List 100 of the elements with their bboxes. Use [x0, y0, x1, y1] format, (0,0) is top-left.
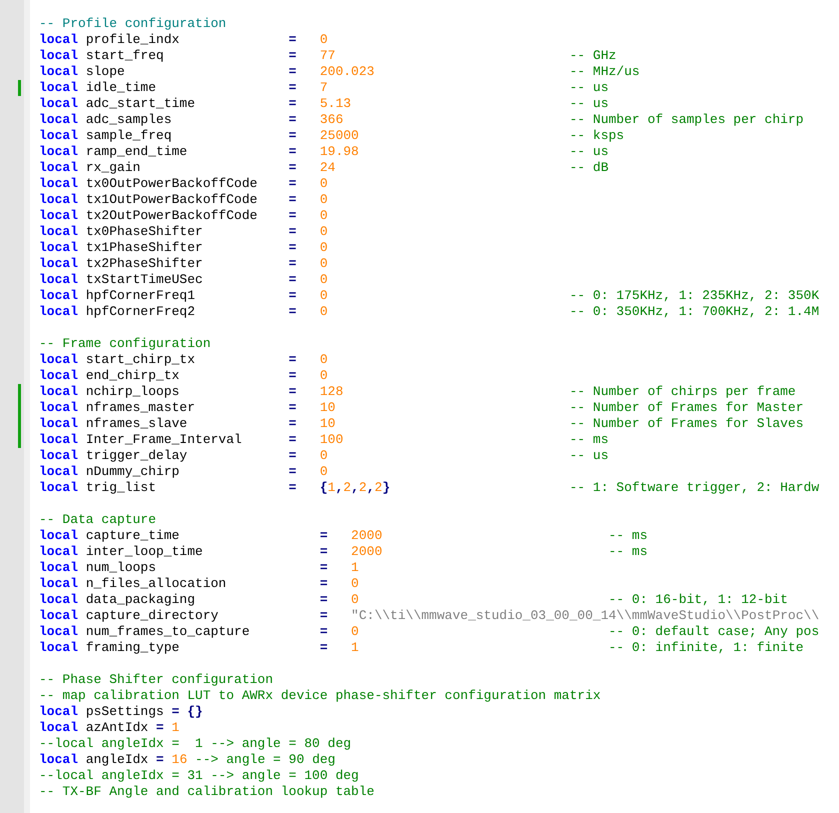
keyword: local [39, 464, 78, 480]
equals-sign: = [288, 448, 296, 464]
equals-sign: = [288, 256, 296, 272]
equals-sign: = [288, 176, 296, 192]
keyword: local [39, 48, 78, 64]
code-comment: -- ms [608, 544, 648, 560]
keyword: local [39, 752, 78, 768]
number-value: 24 [320, 160, 336, 176]
keyword: local [39, 144, 78, 160]
code-comment: -- 0: 350KHz, 1: 700KHz, 2: 1.4M [569, 304, 820, 320]
number-value: 5.13 [320, 96, 352, 112]
code-comment: -- us [569, 448, 608, 464]
variable-name: hpfCornerFreq2 [86, 304, 196, 320]
code-comment: --local angleIdx = 31 --> angle = 100 deg [39, 768, 359, 784]
code-comment: -- Phase Shifter configuration [39, 672, 274, 688]
variable-name: Inter_Frame_Interval [86, 432, 242, 448]
keyword: local [39, 608, 78, 624]
number-value: 25000 [320, 128, 359, 144]
variable-name: framing_type [86, 640, 180, 656]
variable-name: angleIdx [86, 752, 148, 768]
string-value: "C:\\ti\\mmwave_studio_03_00_00_14\\mmWaveStudio\\PostProc\\ [351, 608, 820, 624]
number-value: 0 [320, 304, 328, 320]
number-value: 7 [320, 80, 328, 96]
keyword: local [39, 384, 78, 400]
variable-name: psSettings [86, 704, 164, 720]
keyword: local [39, 368, 78, 384]
number-value: 77 [320, 48, 336, 64]
keyword: local [39, 272, 78, 288]
equals-sign: = [288, 224, 296, 240]
code-comment: -- TX-BF Angle and calibration lookup table [39, 784, 374, 800]
equals-sign: = [288, 368, 296, 384]
number-value: 0 [320, 240, 328, 256]
keyword: local [39, 720, 78, 736]
equals-sign: = [288, 64, 296, 80]
variable-name: sample_freq [86, 128, 172, 144]
number-value: 10 [320, 400, 336, 416]
equals-sign: = [288, 288, 296, 304]
equals-sign: = [288, 304, 296, 320]
equals-sign: = [288, 464, 296, 480]
variable-name: tx2PhaseShifter [86, 256, 203, 272]
equals-sign: = [320, 544, 328, 560]
keyword: local [39, 592, 78, 608]
code-comment: -- Number of Frames for Slaves [569, 416, 804, 432]
keyword: local [39, 640, 78, 656]
keyword: local [39, 432, 78, 448]
table-value: {} [187, 704, 203, 720]
variable-name: num_loops [86, 560, 156, 576]
code-comment: -- Number of samples per chirp [569, 112, 804, 128]
equals-sign: = [320, 608, 328, 624]
equals-sign: = [288, 400, 296, 416]
variable-name: trig_list [86, 480, 156, 496]
variable-name: profile_indx [86, 32, 180, 48]
keyword: local [39, 304, 78, 320]
keyword: local [39, 80, 78, 96]
number-value: 0 [351, 592, 359, 608]
equals-sign: = [288, 432, 296, 448]
variable-name: ramp_end_time [86, 144, 188, 160]
number-value: 1 [351, 560, 359, 576]
variable-name: nDummy_chirp [86, 464, 180, 480]
number-value: 128 [320, 384, 344, 400]
equals-sign: = [288, 80, 296, 96]
keyword: local [39, 288, 78, 304]
number-value: 0 [320, 448, 328, 464]
keyword: local [39, 528, 78, 544]
keyword: local [39, 96, 78, 112]
number-value: 0 [320, 32, 328, 48]
code-comment: -- GHz [569, 48, 616, 64]
equals-sign: = [320, 560, 328, 576]
number-value: 1 [351, 640, 359, 656]
code-comment: -- us [569, 144, 608, 160]
code-comment: -- 0: default case; Any pos [608, 624, 820, 640]
number-value: 200.023 [320, 64, 374, 80]
equals-sign: = [288, 272, 296, 288]
equals-sign: = [172, 704, 180, 720]
variable-name: start_chirp_tx [86, 352, 196, 368]
number-value: 0 [320, 464, 328, 480]
number-value: 366 [320, 112, 344, 128]
code-comment: -- 0: 175KHz, 1: 235KHz, 2: 350K [569, 288, 820, 304]
variable-name: hpfCornerFreq1 [86, 288, 196, 304]
number-value: 0 [320, 224, 328, 240]
keyword: local [39, 480, 78, 496]
number-value: 0 [320, 176, 328, 192]
number-value: 2000 [351, 528, 382, 544]
equals-sign: = [288, 96, 296, 112]
equals-sign: = [320, 528, 328, 544]
equals-sign: = [288, 384, 296, 400]
code-comment: -- Frame configuration [39, 336, 211, 352]
code-comment: -- MHz/us [569, 64, 640, 80]
number-value: 19.98 [320, 144, 359, 160]
equals-sign: = [288, 416, 296, 432]
code-comment: -- us [569, 96, 608, 112]
code-comment: -- 1: Software trigger, 2: Hardw [569, 480, 820, 496]
variable-name: tx0OutPowerBackoffCode [86, 176, 258, 192]
equals-sign: = [320, 592, 328, 608]
keyword: local [39, 560, 78, 576]
keyword: local [39, 400, 78, 416]
variable-name: tx2OutPowerBackoffCode [86, 208, 258, 224]
code-comment: --> angle = 90 deg [195, 752, 336, 768]
variable-name: start_freq [86, 48, 164, 64]
number-value: 0 [320, 288, 328, 304]
